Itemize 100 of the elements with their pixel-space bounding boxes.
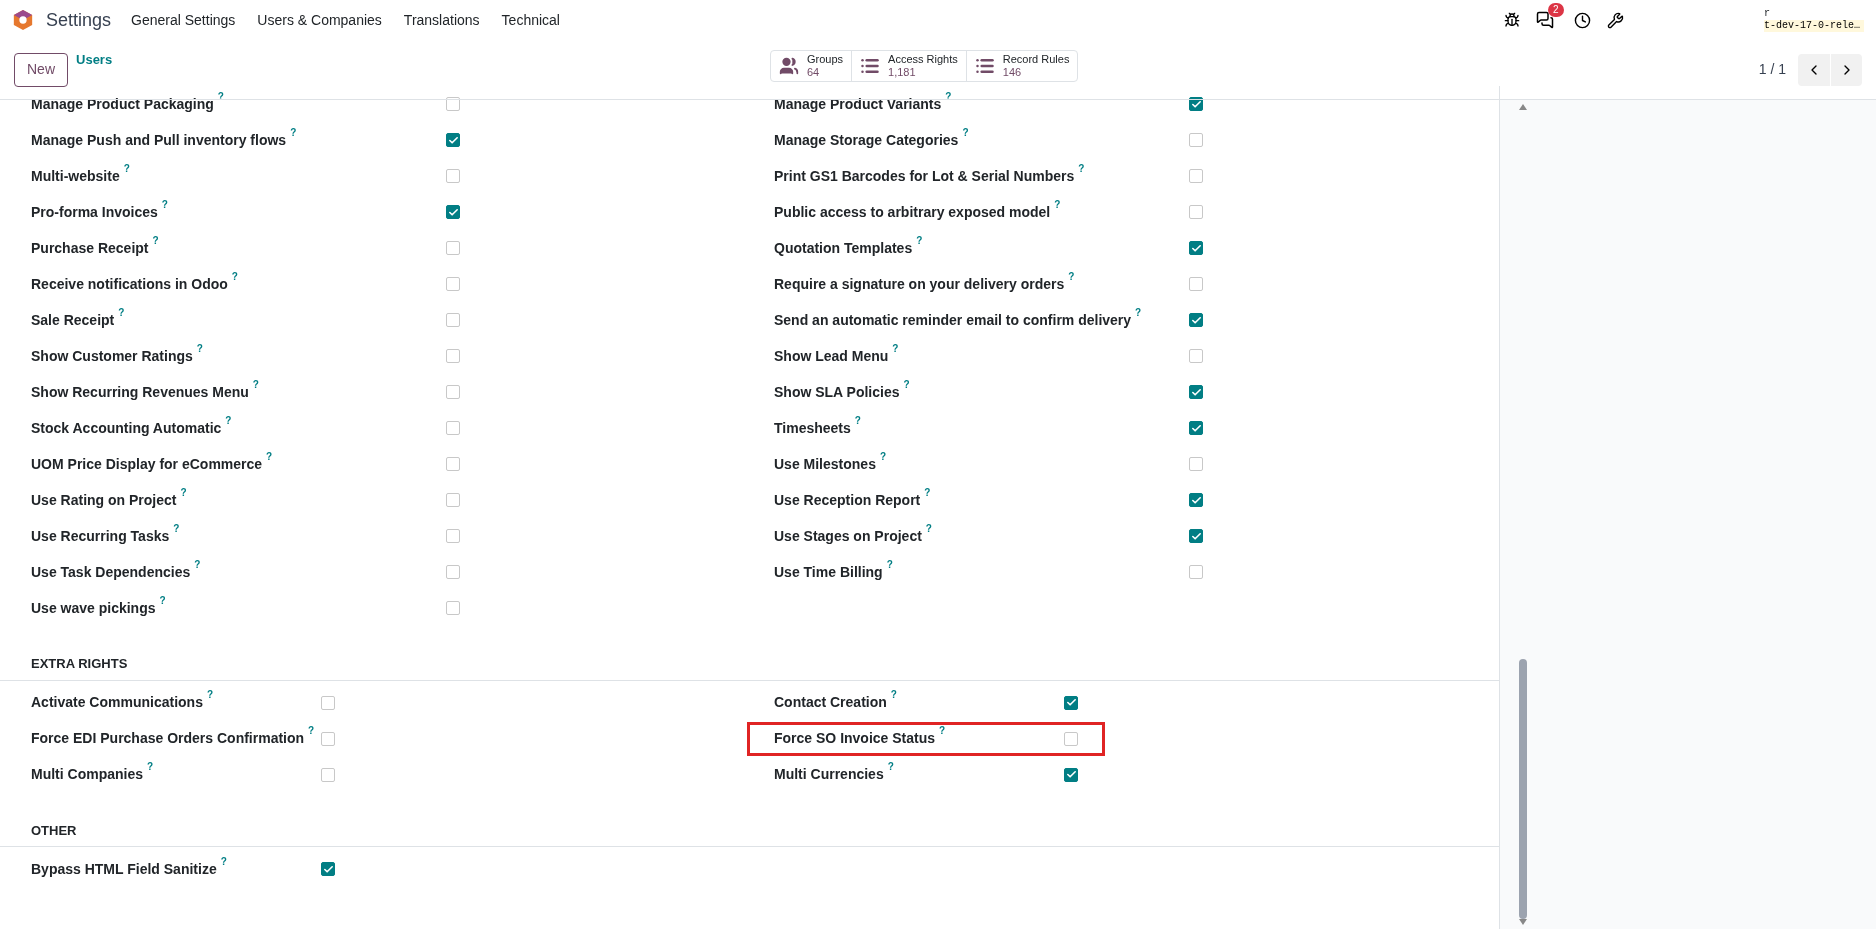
field-label: Manage Product Packaging [31,94,214,114]
help-tooltip[interactable]: ? [231,271,238,282]
users-icon [779,56,799,76]
scroll-up-icon[interactable] [1519,104,1527,110]
menu-item[interactable]: General Settings [131,9,236,31]
checkbox[interactable] [446,421,460,435]
help-tooltip[interactable]: ? [308,726,315,736]
checkbox[interactable] [1189,169,1203,183]
help-tooltip[interactable]: ? [916,235,923,246]
help-tooltip[interactable]: ? [123,163,130,174]
help-tooltip[interactable]: ? [854,415,861,426]
stat-value: 1,181 [888,66,917,79]
help-tooltip[interactable]: ? [886,559,893,570]
checkbox[interactable] [446,205,460,219]
checkbox[interactable] [1189,529,1203,543]
help-tooltip[interactable]: ? [939,726,946,736]
checkbox[interactable] [446,493,460,507]
hexagon-logo-icon[interactable] [12,9,34,31]
checkbox[interactable] [321,862,335,876]
checkbox[interactable] [446,385,460,399]
help-tooltip[interactable]: ? [225,415,232,426]
stat-button[interactable]: Record Rules 146 [965,51,1078,81]
tools-icon[interactable] [1607,11,1624,29]
checkbox[interactable] [1189,349,1203,363]
app-title[interactable]: Settings [46,6,112,34]
help-tooltip[interactable]: ? [152,235,159,246]
help-tooltip[interactable]: ? [194,559,201,570]
scrollbar-thumb[interactable] [1519,659,1527,919]
checkbox[interactable] [1189,313,1203,327]
checkbox[interactable] [1189,421,1203,435]
checkbox[interactable] [446,457,460,471]
help-tooltip[interactable]: ? [206,690,214,700]
help-tooltip[interactable]: ? [173,523,180,534]
previous-button[interactable] [1798,53,1830,86]
help-tooltip[interactable]: ? [962,127,969,138]
field-label: Activate Communications [31,693,203,712]
field-label: UOM Price Display for eCommerce [31,454,263,474]
checkbox[interactable] [1189,565,1203,579]
stat-button[interactable]: Groups 64 [771,51,852,81]
help-tooltip[interactable]: ? [1054,199,1061,210]
field-label: Sale Receipt [31,310,115,330]
checkbox[interactable] [446,241,460,255]
clock-icon[interactable] [1574,11,1591,29]
checkbox[interactable] [1064,731,1078,746]
field-label: Public access to arbitrary exposed model [774,202,1051,222]
help-tooltip[interactable]: ? [290,127,297,138]
checkbox[interactable] [321,767,335,782]
checkbox[interactable] [446,529,460,543]
checkbox[interactable] [1189,277,1203,291]
checkbox[interactable] [1064,767,1078,782]
checkbox[interactable] [446,601,460,615]
chat-icon[interactable] [1536,11,1554,29]
field-label: Print GS1 Barcodes for Lot & Serial Numbers [774,166,1075,186]
new-button[interactable]: New [14,52,68,87]
help-tooltip[interactable]: ? [879,451,887,462]
help-tooltip[interactable]: ? [220,856,227,867]
help-tooltip[interactable]: ? [1068,271,1075,282]
checkbox[interactable] [1189,493,1203,507]
help-tooltip[interactable]: ? [147,762,154,772]
help-tooltip[interactable]: ? [159,595,166,606]
checkbox[interactable] [1189,133,1203,147]
help-tooltip[interactable]: ? [887,762,894,772]
help-tooltip[interactable]: ? [266,451,273,462]
help-tooltip[interactable]: ? [161,199,168,210]
checkbox[interactable] [446,565,460,579]
menu-item[interactable]: Technical [501,9,560,31]
help-tooltip[interactable]: ? [890,690,897,700]
menu-item[interactable]: Users & Companies [257,9,382,31]
checkbox[interactable] [446,349,460,363]
checkbox[interactable] [446,169,460,183]
checkbox[interactable] [1189,457,1203,471]
field-label: Use Stages on Project [774,526,922,546]
help-tooltip[interactable]: ? [196,343,203,354]
checkbox[interactable] [446,313,460,327]
menu-item[interactable]: Translations [403,9,480,31]
field-label: Force SO Invoice Status [774,729,936,748]
field-label: Use wave pickings [31,598,156,618]
bug-icon[interactable] [1504,12,1520,28]
checkbox[interactable] [321,731,335,746]
help-tooltip[interactable]: ? [925,523,932,534]
checkbox[interactable] [1189,205,1203,219]
checkbox[interactable] [446,133,460,147]
checkbox[interactable] [1189,241,1203,255]
help-tooltip[interactable]: ? [1078,163,1085,174]
help-tooltip[interactable]: ? [118,307,125,318]
database-name: t-dev-17-0-rele… [1764,20,1864,32]
stat-label: Groups [807,53,844,66]
next-button[interactable] [1830,53,1862,86]
help-tooltip[interactable]: ? [892,343,899,354]
breadcrumb-link[interactable]: Users [76,50,113,70]
checkbox[interactable] [1189,385,1203,399]
help-tooltip[interactable]: ? [252,379,259,390]
checkbox[interactable] [1064,695,1078,710]
stat-button[interactable]: Access Rights 1,181 [851,51,966,81]
help-tooltip[interactable]: ? [903,379,910,390]
checkbox[interactable] [321,695,335,710]
help-tooltip[interactable]: ? [180,487,187,498]
help-tooltip[interactable]: ? [924,487,931,498]
checkbox[interactable] [446,277,460,291]
help-tooltip[interactable]: ? [1135,307,1142,318]
